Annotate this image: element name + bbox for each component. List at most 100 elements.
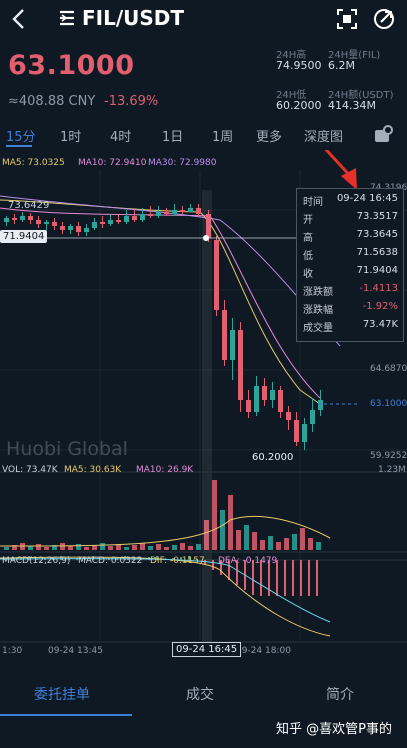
low-mark-label: 60.2000 (252, 452, 294, 463)
ma5-legend: MA5: 73.0325 (2, 158, 65, 168)
scan-icon[interactable] (336, 8, 358, 30)
candle-body (84, 228, 89, 232)
dif-value: DIF: -0.1157 (150, 556, 205, 566)
candle-body (68, 226, 73, 230)
stat-value-24h-vol: 6.2M (328, 59, 355, 72)
volume-bar (124, 547, 129, 550)
volume-bar (276, 542, 281, 550)
tab-1h[interactable]: 1时 (60, 126, 81, 145)
macd-value: MACD: 0.0322 (78, 556, 143, 566)
time-label-3: 09-24 18:00 (236, 646, 291, 656)
candle-body (4, 218, 9, 222)
tab-1w[interactable]: 1周 (212, 126, 233, 145)
candle-body (156, 212, 161, 216)
volume-bar (260, 540, 265, 550)
tooltip-value: -1.4113 (359, 283, 398, 294)
tooltip-key: 涨跌额 (303, 287, 333, 298)
volume-bar (108, 546, 113, 550)
candle-body (262, 386, 267, 400)
volume-bar (92, 545, 97, 550)
volume-bar (228, 495, 233, 550)
candle-body (100, 222, 105, 224)
candles (4, 204, 323, 450)
dea-line (0, 558, 331, 623)
tooltip-value: 73.3645 (356, 229, 398, 240)
volume-bar (220, 510, 225, 550)
trading-pair-title[interactable]: FIL/USDT (82, 6, 184, 30)
candle-tooltip: 时间 09-24 16:45 开 73.3517 高 73.3645 低 71.… (296, 188, 404, 342)
volume-bar (68, 546, 73, 550)
volume-bar (36, 544, 41, 550)
tab-15m[interactable]: 15分 (6, 126, 36, 145)
candle-body (140, 214, 145, 220)
candle-body (148, 214, 153, 216)
active-tab-indicator (6, 145, 32, 147)
candle-body (278, 390, 283, 412)
axis-label-vol-max: 1.23M (378, 465, 406, 475)
volume-bar (60, 543, 65, 550)
back-arrow-icon[interactable] (6, 6, 32, 32)
volume-bar (268, 536, 273, 550)
axis-label-mid: 64.6870 (370, 364, 407, 374)
tab-4h[interactable]: 4时 (110, 126, 131, 145)
macd-bar (316, 560, 318, 596)
stat-value-24h-high: 74.9500 (276, 59, 322, 72)
volume-bar (196, 544, 201, 550)
candle-body (180, 210, 185, 212)
candle-body (108, 220, 113, 224)
volume-bar (236, 530, 241, 550)
axis-label-low: 59.9252 (370, 451, 407, 461)
volume-bar (188, 546, 193, 550)
volume-bar (284, 538, 289, 550)
tooltip-key: 时间 (303, 197, 323, 208)
candle-body (302, 424, 307, 442)
time-label-1: 1:30 (2, 646, 23, 656)
ma30-legend: MA30: 72.9980 (148, 158, 217, 168)
volume-bar (244, 525, 249, 550)
tab-1d[interactable]: 1日 (162, 126, 183, 145)
candle-body (60, 226, 65, 230)
candle-body (254, 386, 259, 412)
tooltip-value: 09-24 16:45 (336, 193, 398, 204)
dea-value: DEA: -0.1479 (218, 556, 278, 566)
volume-bar (84, 547, 89, 550)
tab-open-orders[interactable]: 委托挂单 (34, 684, 90, 704)
candle-body (188, 208, 193, 212)
candle-body (238, 330, 243, 400)
tab-intro[interactable]: 简介 (326, 684, 354, 704)
pair-menu-icon[interactable] (58, 9, 76, 27)
crosshair-vertical (202, 190, 212, 645)
ma10-legend: MA10: 72.9410 (78, 158, 147, 168)
macd-bar (292, 560, 294, 596)
tooltip-value: 73.47K (362, 319, 398, 330)
volume-bars (0, 480, 331, 550)
huobi-watermark: Huobi Global (6, 438, 128, 460)
tab-depth-chart[interactable]: 深度图 (304, 126, 343, 145)
tab-trades[interactable]: 成交 (186, 684, 214, 704)
last-price: 63.1000 (8, 50, 135, 81)
candle-body (92, 222, 97, 228)
volume-bar (20, 543, 25, 550)
stat-value-24h-amount: 414.34M (328, 99, 376, 112)
chart-settings-icon[interactable] (372, 124, 394, 146)
high-mark-label: 73.6429 (8, 200, 50, 211)
tab-more[interactable]: 更多 (256, 126, 282, 145)
candle-body (310, 410, 315, 424)
volume-bar (316, 542, 321, 550)
candle-body (246, 400, 251, 412)
candle-body (132, 216, 137, 220)
candle-body (44, 222, 49, 224)
share-icon[interactable] (372, 7, 396, 31)
tooltip-key: 收 (303, 269, 313, 280)
candle-body (116, 220, 121, 222)
macd-bar (212, 560, 214, 570)
tooltip-key: 高 (303, 233, 313, 244)
candle-body (12, 218, 17, 220)
candle-body (270, 390, 275, 400)
tooltip-key: 成交量 (303, 323, 333, 334)
interval-tabs: 15分 1时 4时 1日 1周 更多 深度图 (0, 126, 407, 148)
ma-lines (0, 195, 341, 405)
candle-body (318, 400, 323, 410)
volume-bar (164, 547, 169, 550)
macd-bar (308, 560, 310, 596)
